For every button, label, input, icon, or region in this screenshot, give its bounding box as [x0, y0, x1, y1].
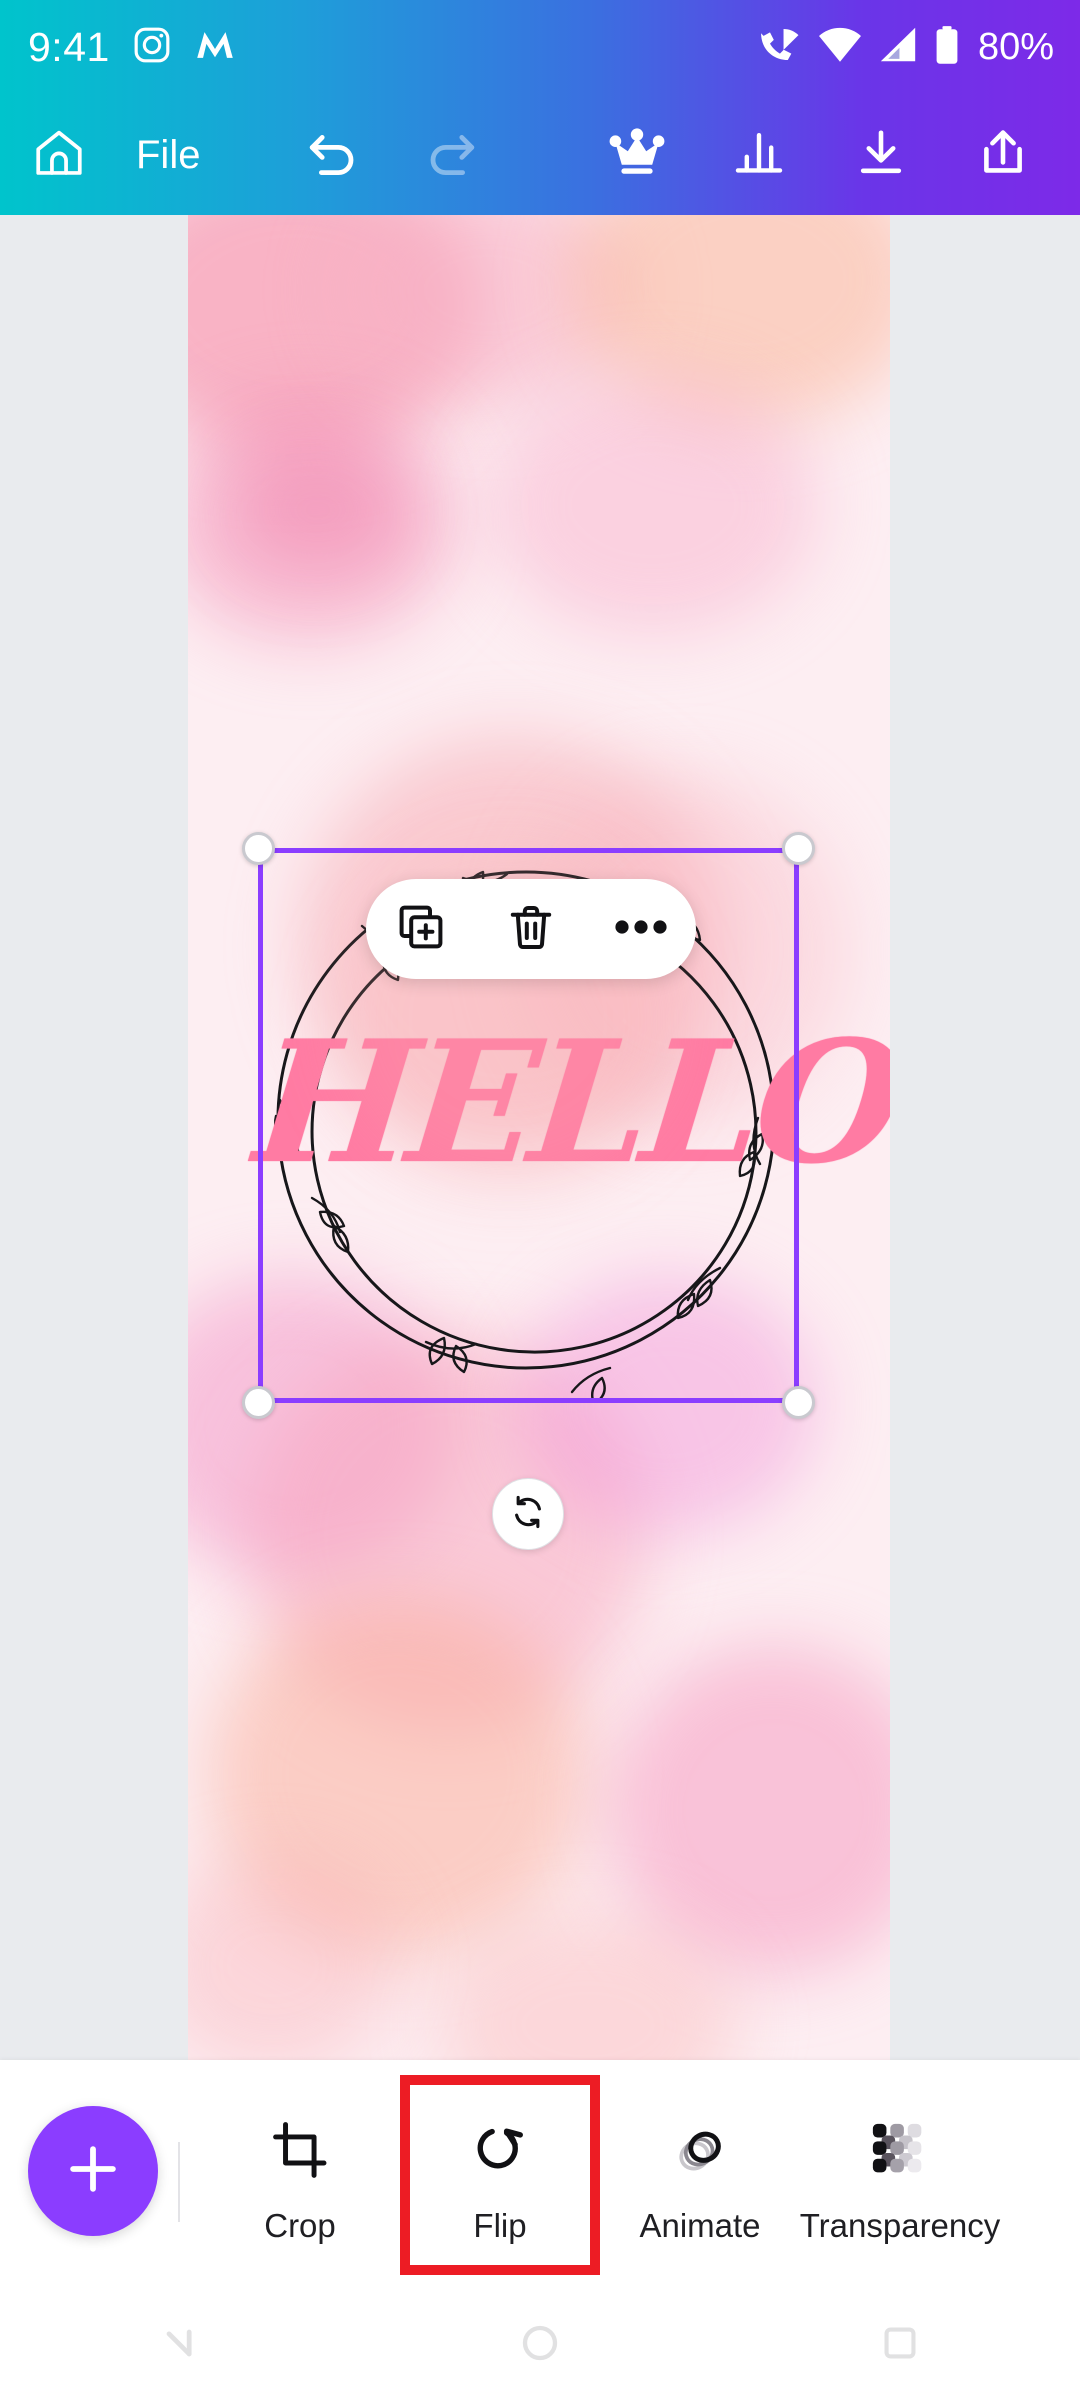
- ellipsis-icon: [614, 917, 668, 942]
- status-time: 9:41: [28, 24, 110, 70]
- tool-transparency[interactable]: Transparency: [800, 2075, 1000, 2275]
- app-toolbar: File: [0, 95, 1080, 215]
- undo-icon: [305, 125, 361, 186]
- crop-icon: [269, 2105, 331, 2197]
- nav-back-button[interactable]: [100, 2290, 260, 2400]
- element-context-menu[interactable]: [366, 879, 696, 979]
- messenger-m-icon: [194, 25, 236, 70]
- status-bar-left: 9:41: [28, 24, 236, 71]
- premium-crown-button[interactable]: [582, 95, 692, 215]
- bar-chart-icon: [732, 126, 786, 185]
- download-icon: [854, 126, 908, 185]
- animate-icon: [669, 2105, 731, 2197]
- redo-button[interactable]: [392, 95, 510, 215]
- battery-percent: 80%: [977, 26, 1054, 68]
- add-element-button[interactable]: [28, 2106, 158, 2236]
- home-circle-icon: [520, 2323, 560, 2368]
- back-chevron-icon: [158, 2321, 202, 2370]
- more-options-button[interactable]: [596, 879, 686, 979]
- cellular-signal-icon: [878, 26, 918, 69]
- home-button[interactable]: [0, 95, 118, 215]
- tool-animate[interactable]: Animate: [600, 2075, 800, 2275]
- transparency-icon: [869, 2105, 931, 2197]
- download-button[interactable]: [826, 95, 936, 215]
- delete-button[interactable]: [486, 879, 576, 979]
- nav-home-button[interactable]: [460, 2290, 620, 2400]
- bottom-toolbar: Crop Flip Animate Transparency: [0, 2060, 1080, 2290]
- duplicate-icon: [396, 902, 446, 957]
- trash-icon: [506, 902, 556, 957]
- file-menu-button[interactable]: File: [118, 95, 218, 215]
- element-tool-list: Crop Flip Animate Transparency: [200, 2060, 1080, 2290]
- redo-icon: [423, 125, 479, 186]
- status-bar: 9:41 80%: [0, 0, 1080, 95]
- android-nav-bar: [0, 2290, 1080, 2400]
- bg-blob: [488, 375, 818, 635]
- tool-label: Flip: [473, 2207, 527, 2244]
- undo-button[interactable]: [274, 95, 392, 215]
- wifi-icon: [818, 26, 862, 69]
- editor-workspace[interactable]: HELLO: [0, 215, 1080, 2060]
- tool-label: Crop: [264, 2207, 336, 2244]
- bg-blob: [228, 445, 408, 575]
- flip-icon: [469, 2105, 531, 2197]
- duplicate-button[interactable]: [376, 879, 466, 979]
- status-bar-right: 80%: [758, 25, 1054, 70]
- crown-icon: [609, 127, 665, 183]
- tool-label: Animate: [639, 2207, 761, 2244]
- toolbar-divider: [178, 2142, 180, 2222]
- share-upload-icon: [976, 126, 1030, 185]
- tool-crop[interactable]: Crop: [200, 2075, 400, 2275]
- battery-icon: [934, 25, 960, 70]
- tool-flip[interactable]: Flip: [400, 2075, 600, 2275]
- nav-recents-button[interactable]: [820, 2290, 980, 2400]
- home-icon: [32, 126, 86, 185]
- rotate-icon: [509, 1493, 547, 1536]
- recents-square-icon: [881, 2324, 919, 2367]
- plus-icon: [64, 2140, 122, 2203]
- design-canvas[interactable]: HELLO: [188, 215, 890, 2060]
- rotate-handle[interactable]: [492, 1478, 564, 1550]
- call-wifi-icon: [758, 25, 802, 70]
- instagram-icon: [132, 25, 172, 70]
- tool-label: Transparency: [799, 2207, 1001, 2244]
- share-button[interactable]: [948, 95, 1058, 215]
- insights-button[interactable]: [704, 95, 814, 215]
